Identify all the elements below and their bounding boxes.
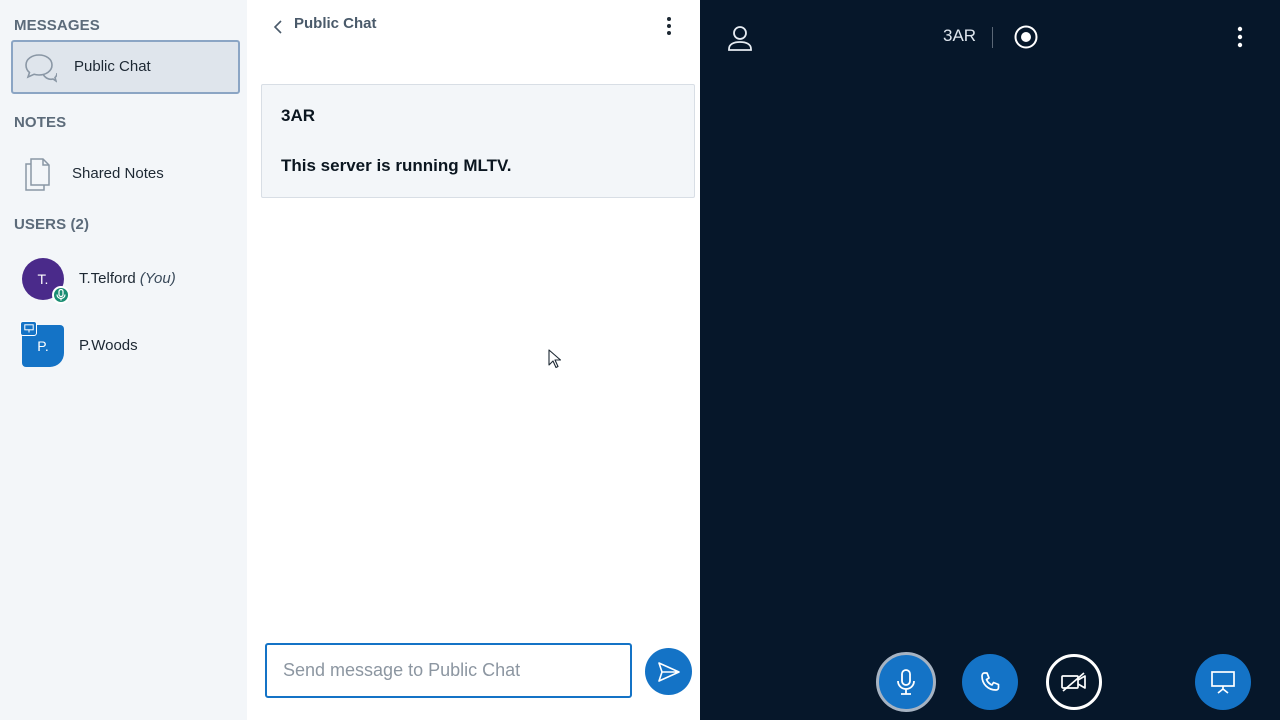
presentation-area: 3AR	[700, 0, 1280, 720]
chat-bubbles-icon	[25, 54, 57, 83]
chat-panel: Public Chat 3AR This server is running M…	[247, 0, 700, 720]
share-webcam-button[interactable]	[1046, 654, 1102, 710]
user-list-sidebar: MESSAGES Public Chat NOTES Shared Notes …	[0, 0, 247, 720]
presentation-icon	[1211, 671, 1235, 694]
chat-options-button[interactable]	[659, 14, 679, 38]
user-name: T.Telford (You)	[79, 270, 176, 287]
avatar-initials: T.	[37, 271, 49, 287]
options-button[interactable]	[1230, 24, 1250, 50]
microphone-icon	[56, 289, 66, 301]
talking-indicator	[52, 286, 70, 304]
camera-off-icon	[1061, 672, 1086, 692]
user-icon	[728, 26, 752, 51]
welcome-text: This server is running MLTV.	[281, 156, 512, 175]
send-message-button[interactable]	[645, 648, 692, 695]
more-vertical-icon	[667, 17, 671, 35]
shared-notes-item[interactable]: Shared Notes	[14, 150, 240, 198]
more-vertical-icon	[1237, 26, 1243, 48]
notes-icon	[25, 158, 50, 191]
welcome-message: 3AR This server is running MLTV.	[261, 84, 695, 198]
chat-title: Public Chat	[294, 15, 377, 32]
users-section-title: USERS (2)	[14, 216, 90, 233]
send-icon	[657, 661, 680, 682]
messages-section-title: MESSAGES	[14, 17, 100, 34]
chevron-left-icon	[273, 20, 282, 34]
header-divider	[992, 27, 993, 48]
user-name-text: T.Telford	[79, 270, 136, 287]
message-input[interactable]	[265, 643, 632, 698]
microphone-icon	[897, 669, 915, 695]
notes-section-title: NOTES	[14, 114, 67, 131]
record-button[interactable]	[1013, 24, 1039, 50]
restore-presentation-button[interactable]	[1195, 654, 1251, 710]
presenter-indicator	[20, 321, 37, 336]
user-list-item[interactable]: T. T.Telford (You)	[14, 256, 240, 306]
public-chat-item[interactable]: Public Chat	[11, 40, 240, 94]
public-chat-label: Public Chat	[74, 58, 151, 75]
user-name: P.Woods	[79, 337, 138, 354]
avatar-initials: P.	[37, 338, 49, 354]
user-list-item[interactable]: P. P.Woods	[14, 321, 240, 373]
mute-button[interactable]	[876, 652, 936, 712]
toggle-userlist-button[interactable]	[726, 24, 754, 52]
meeting-title: 3AR	[943, 26, 977, 45]
welcome-title: 3AR	[281, 106, 316, 125]
record-icon	[1014, 25, 1038, 49]
presentation-icon	[23, 324, 34, 333]
you-label: (You)	[139, 270, 176, 287]
phone-icon	[981, 672, 1000, 691]
chat-header: Public Chat	[247, 0, 700, 50]
leave-audio-button[interactable]	[962, 654, 1018, 710]
shared-notes-label: Shared Notes	[72, 165, 164, 182]
